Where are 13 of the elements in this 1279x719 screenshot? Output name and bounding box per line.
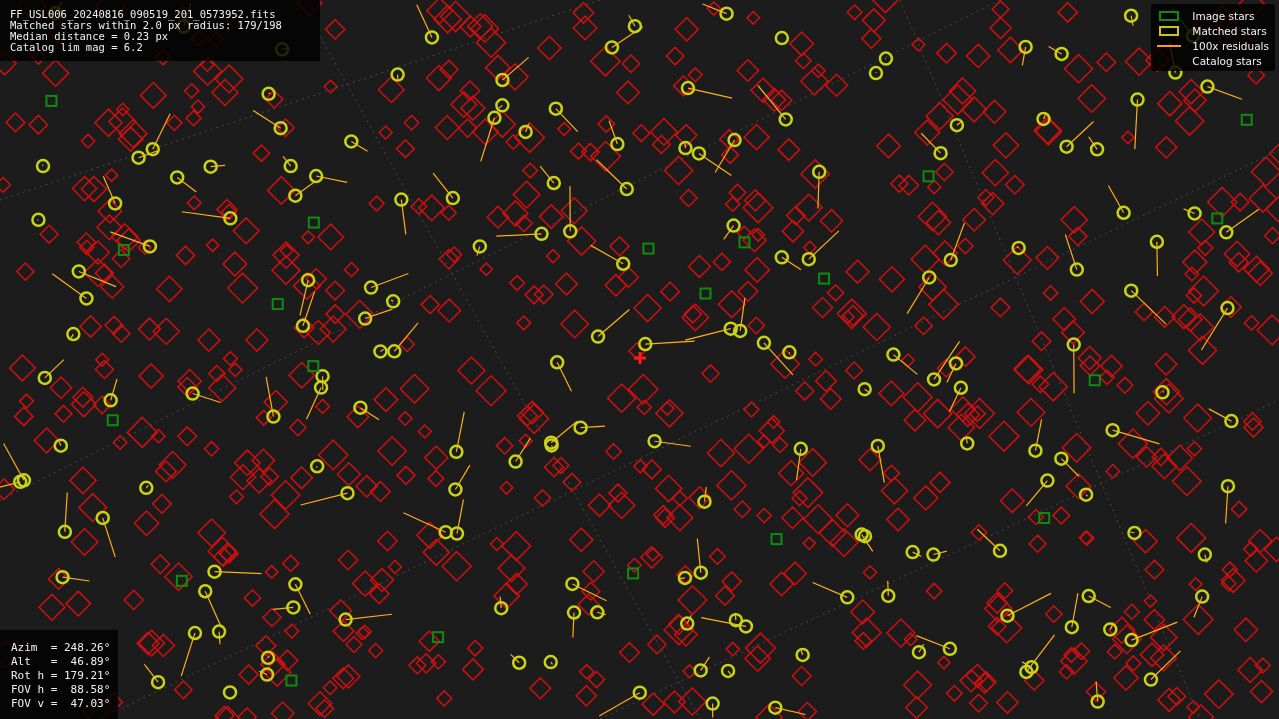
pointing-text: FOV v = 47.03°	[11, 697, 111, 711]
pointing-text: Azim = 248.26°	[11, 641, 111, 655]
info-text: FF_USL006_20240816_090519_201_0573952.fits	[10, 9, 276, 20]
pointing-text: Rot h = 179.21°	[11, 669, 111, 683]
info-text: Matched stars within 2.0 px radius: 179/198	[10, 20, 283, 31]
legend-label: Image stars	[1192, 9, 1255, 22]
legend-label: Catalog stars	[1192, 54, 1262, 67]
info-text: Median distance = 0.23 px	[10, 31, 169, 42]
legend-label: 100x residuals	[1192, 39, 1269, 52]
pointing-text: FOV h = 88.58°	[11, 683, 111, 697]
legend-label: Matched stars	[1192, 24, 1267, 37]
info-text: Catalog lim mag = 6.2	[10, 42, 144, 53]
pointing-text: Alt = 46.89°	[11, 655, 111, 669]
